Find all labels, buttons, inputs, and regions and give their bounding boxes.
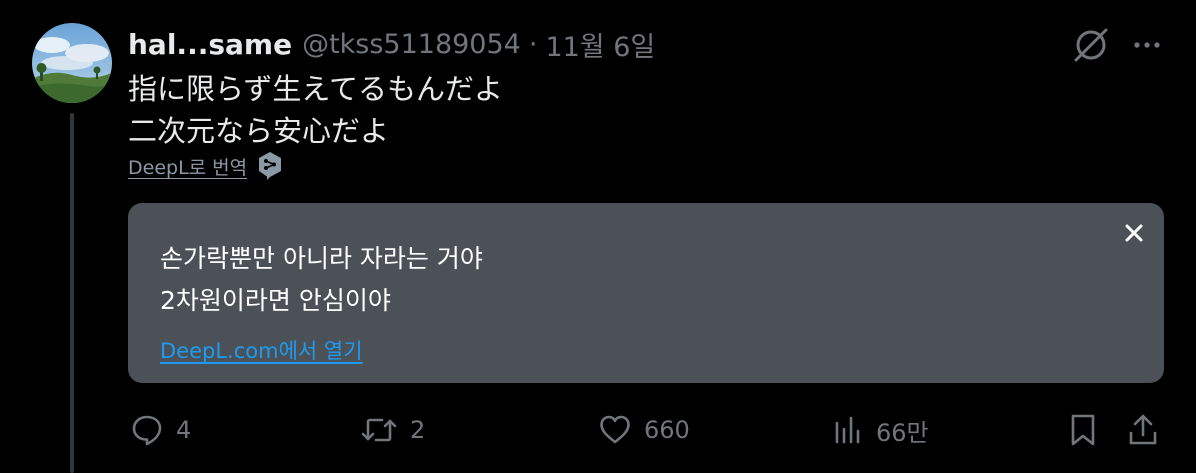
display-name[interactable]: hal...same <box>128 28 292 61</box>
tweet-text: 指に限らず生えてるもんだよ 二次元なら安心だよ <box>128 68 503 152</box>
tweet-date[interactable]: 11월 6일 <box>545 25 655 64</box>
translate-link-label[interactable]: DeepL로 번역 <box>128 153 247 180</box>
translate-link[interactable]: DeepL로 번역 <box>128 151 283 181</box>
reply-button[interactable]: 4 <box>130 408 191 452</box>
retweet-icon <box>360 413 398 447</box>
reply-count: 4 <box>176 416 192 444</box>
retweet-button[interactable]: 2 <box>360 408 425 452</box>
reply-icon <box>130 413 164 447</box>
translation-panel: 손가락뿐만 아니라 자라는 거야 2차원이라면 안심이야 DeepL.com에서… <box>128 203 1164 383</box>
avatar[interactable] <box>32 23 112 103</box>
tweet-text-line: 指に限らず生えてるもんだよ <box>128 72 503 106</box>
action-bar: 4 2 660 66만 <box>0 408 1196 452</box>
user-handle[interactable]: @tkss51189054 <box>302 29 521 60</box>
translation-line: 손가락뿐만 아니라 자라는 거야 <box>160 244 483 273</box>
tweet-text-line: 二次元なら安心だよ <box>128 114 390 148</box>
like-icon <box>598 413 632 447</box>
more-icon[interactable] <box>1130 28 1164 66</box>
tweet-top-actions <box>1072 26 1164 68</box>
header-separator: · <box>528 28 538 60</box>
close-icon[interactable] <box>1124 223 1144 243</box>
like-button[interactable]: 660 <box>598 408 690 452</box>
views-count: 66만 <box>876 418 929 447</box>
open-in-deepl-link[interactable]: DeepL.com에서 열기 <box>160 335 363 365</box>
no-grok-icon[interactable] <box>1072 26 1110 68</box>
views-button[interactable]: 66만 <box>832 408 929 452</box>
bookmark-button[interactable] <box>1066 408 1100 452</box>
avatar-image <box>32 23 112 103</box>
views-icon <box>832 413 864 447</box>
tweet-header: hal...same @tkss51189054 · 11월 6일 <box>128 24 655 64</box>
like-count: 660 <box>644 416 690 444</box>
deepl-logo-icon <box>257 151 283 181</box>
translation-line: 2차원이라면 안심이야 <box>160 286 391 315</box>
share-button[interactable] <box>1126 408 1160 452</box>
bookmark-icon <box>1066 412 1100 448</box>
share-icon <box>1126 412 1160 448</box>
retweet-count: 2 <box>410 416 426 444</box>
